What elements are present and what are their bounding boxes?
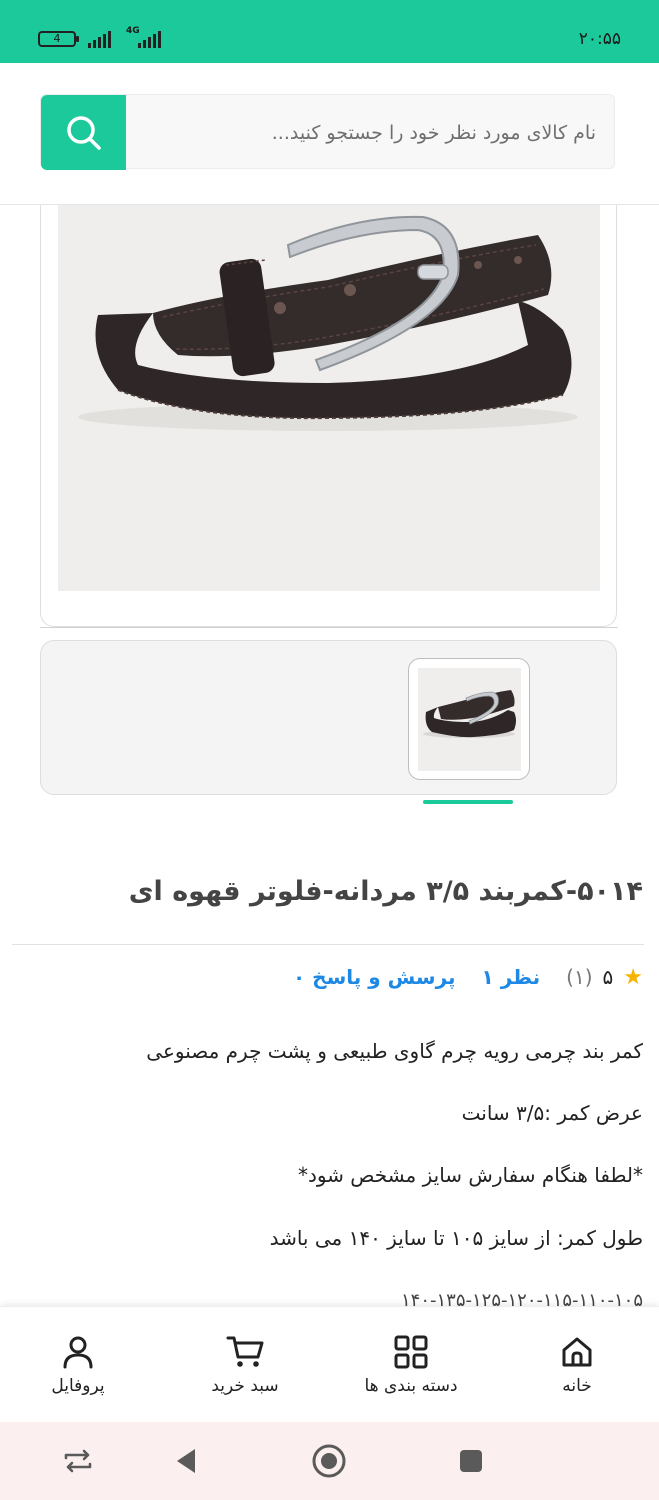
nav-home-label: خانه: [562, 1376, 592, 1396]
thumbnail-image: [418, 668, 521, 771]
home-icon: [562, 1337, 592, 1367]
nav-profile-label: پروفایل: [51, 1376, 105, 1396]
rotate-icon: [64, 1449, 92, 1473]
grid-icon: [394, 1335, 428, 1369]
back-button[interactable]: [166, 1441, 206, 1481]
rating-count: (۱): [566, 965, 593, 989]
rating-row: ★ ۵ (۱) نظر ۱ پرسش و پاسخ ۰: [293, 962, 643, 992]
rotate-button[interactable]: [58, 1441, 98, 1481]
description-line: *لطفا هنگام سفارش سایز مشخص شود*: [297, 1163, 643, 1187]
title-divider: [12, 944, 644, 945]
battery-level: 4: [53, 32, 61, 45]
description-line: عرض کمر :۳/۵ سانت: [461, 1101, 643, 1125]
search-header: [0, 63, 659, 205]
user-icon: [63, 1336, 93, 1369]
product-title: ۵۰۱۴-کمربند ۳/۵ مردانه-فلوتر قهوه ای: [128, 876, 643, 907]
product-page: 4 4G ۲۰:۵۵ نام کالای مورد نظر خود را جست…: [0, 0, 659, 1500]
nav-home[interactable]: خانه: [537, 1307, 617, 1423]
gallery-indicator: [423, 800, 513, 804]
nav-cart[interactable]: سبد خرید: [190, 1307, 300, 1423]
status-bar: 4 4G ۲۰:۵۵: [0, 0, 659, 63]
home-button[interactable]: [309, 1441, 349, 1481]
search-bar: [40, 94, 615, 170]
signal-icon: [88, 30, 111, 48]
product-image[interactable]: [58, 205, 600, 591]
thumbnail-item[interactable]: [408, 658, 530, 780]
battery-icon: 4: [38, 31, 79, 47]
search-input[interactable]: [146, 95, 596, 170]
back-icon: [177, 1449, 195, 1473]
cart-icon: [226, 1336, 264, 1367]
star-icon: ★: [623, 964, 643, 990]
signal-icon-2: [138, 30, 161, 48]
nav-categories[interactable]: دسته بندی ها: [340, 1307, 482, 1423]
search-button[interactable]: [41, 95, 126, 170]
nav-categories-label: دسته بندی ها: [364, 1376, 458, 1396]
system-nav-bar: [0, 1422, 659, 1500]
description-line: کمر بند چرمی رویه چرم گاوی طبیعی و پشت چ…: [146, 1039, 643, 1063]
recents-icon: [460, 1450, 482, 1472]
gallery-divider: [40, 627, 618, 628]
thumbnail-strip: [40, 640, 617, 795]
reviews-link[interactable]: نظر ۱: [482, 965, 541, 989]
bottom-nav: خانه دسته بندی ها سبد خرید پروفایل: [0, 1306, 659, 1422]
recents-button[interactable]: [451, 1441, 491, 1481]
rating-value: ۵: [602, 965, 614, 989]
home-circle-icon: [312, 1444, 346, 1478]
description-line: طول کمر: از سایز ۱۰۵ تا سایز ۱۴۰ می باشد: [269, 1226, 643, 1250]
nav-cart-label: سبد خرید: [211, 1376, 279, 1396]
nav-profile[interactable]: پروفایل: [28, 1307, 128, 1423]
clock: ۲۰:۵۵: [578, 29, 621, 49]
qa-link[interactable]: پرسش و پاسخ ۰: [293, 965, 456, 989]
search-icon: [66, 115, 101, 150]
product-image-card: [40, 205, 617, 627]
